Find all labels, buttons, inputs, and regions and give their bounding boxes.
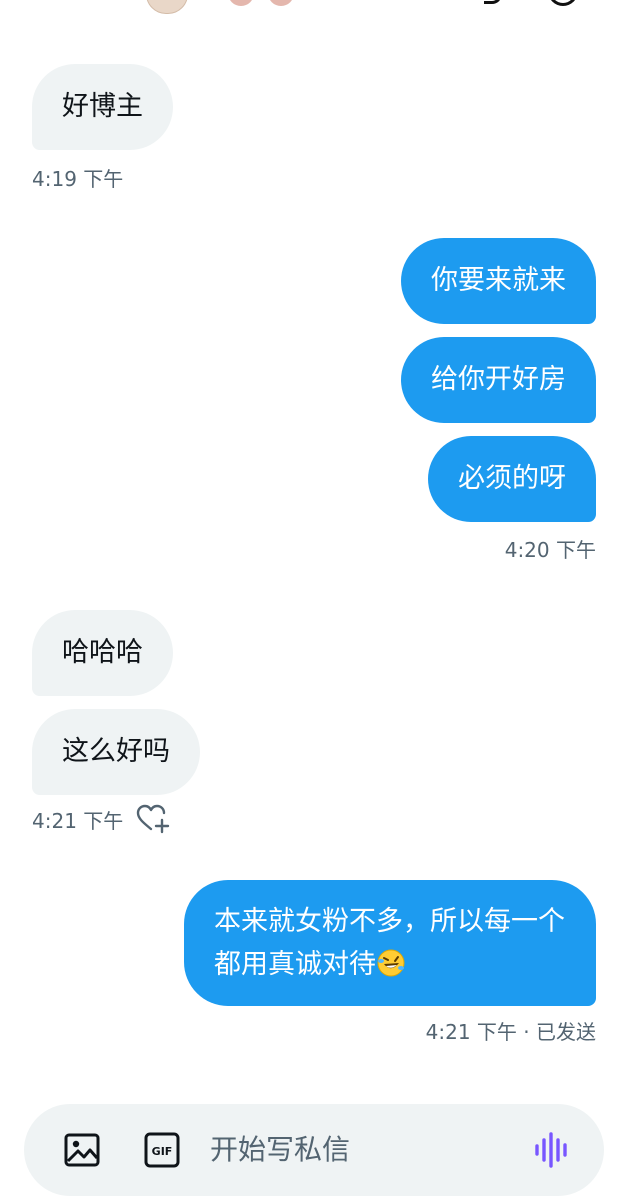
message-text: 哈哈哈 bbox=[62, 637, 143, 668]
message-bubble-outgoing[interactable]: 必须的呀 bbox=[428, 436, 596, 522]
avatar bbox=[268, 0, 294, 6]
rolling-laughing-emoji-icon bbox=[377, 949, 405, 977]
message-text: 这么好吗 bbox=[62, 736, 170, 767]
message-bubble-incoming[interactable]: 好博主 bbox=[32, 64, 173, 150]
message-status: 4:21 下午 · 已发送 bbox=[425, 1020, 596, 1044]
gif-icon[interactable]: GIF bbox=[144, 1132, 180, 1168]
header-glyph: ⌒ bbox=[304, 0, 317, 10]
message-bubble-incoming[interactable]: 这么好吗 bbox=[32, 709, 200, 795]
voice-message-icon[interactable] bbox=[532, 1130, 572, 1170]
message-text: 你要来就来 bbox=[431, 265, 566, 296]
message-text: 好博主 bbox=[62, 91, 143, 122]
gif-label: GIF bbox=[152, 1145, 173, 1158]
message-timestamp: 4:21 下午 bbox=[32, 809, 124, 833]
message-text: 必须的呀 bbox=[458, 463, 566, 494]
info-icon[interactable] bbox=[548, 0, 578, 6]
message-timestamp: 4:20 下午 bbox=[504, 538, 596, 562]
message-input[interactable]: 开始写私信 bbox=[210, 1132, 350, 1168]
avatar bbox=[228, 0, 254, 6]
dm-conversation-screen: ⌒ 好博主 4:19 下午 你要来就来 给你开好房 必须的呀 4:20 下午 哈… bbox=[0, 0, 628, 1200]
avatar[interactable] bbox=[146, 0, 188, 14]
message-composer[interactable]: GIF 开始写私信 bbox=[24, 1104, 604, 1196]
message-timestamp: 4:19 下午 bbox=[32, 167, 124, 191]
message-bubble-incoming[interactable]: 哈哈哈 bbox=[32, 610, 173, 696]
message-bubble-outgoing[interactable]: 本来就女粉不多，所以每一个都用真诚对待 bbox=[184, 880, 596, 1006]
image-icon[interactable] bbox=[64, 1132, 100, 1168]
add-reaction-icon[interactable] bbox=[136, 804, 170, 834]
conversation-header-partial: ⌒ bbox=[0, 0, 628, 18]
header-action-icon[interactable] bbox=[484, 0, 502, 4]
message-bubble-outgoing[interactable]: 你要来就来 bbox=[401, 238, 596, 324]
message-bubble-outgoing[interactable]: 给你开好房 bbox=[401, 337, 596, 423]
message-text: 给你开好房 bbox=[431, 364, 566, 395]
